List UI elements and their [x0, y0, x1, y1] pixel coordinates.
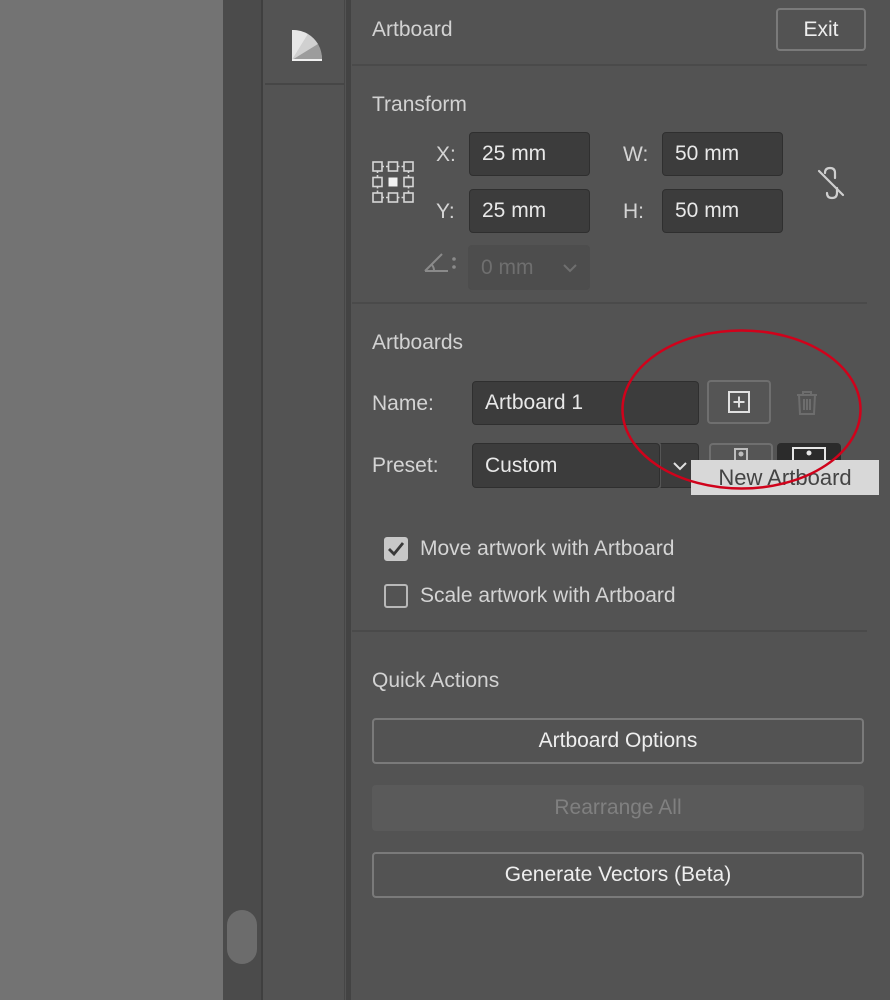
angle-icon [422, 249, 458, 275]
panel-title: Artboard [372, 18, 453, 41]
x-position-field[interactable]: 25 mm [469, 132, 590, 176]
canvas-scroll-gutter [223, 0, 263, 1000]
transform-heading: Transform [372, 93, 467, 116]
checkmark-icon [388, 542, 405, 557]
move-artwork-label: Move artwork with Artboard [420, 537, 675, 560]
y-position-field[interactable]: 25 mm [469, 189, 590, 233]
panel-tool-strip [265, 0, 345, 1000]
w-label: W: [623, 143, 649, 166]
rearrange-all-button: Rearrange All [372, 785, 864, 831]
quick-actions-heading: Quick Actions [372, 669, 500, 692]
chevron-down-icon [563, 263, 577, 272]
angle-value: 0 mm [481, 255, 534, 279]
name-label: Name: [372, 392, 434, 415]
annotation-ellipse [621, 329, 862, 490]
scale-artwork-checkbox[interactable] [384, 584, 408, 608]
x-label: X: [436, 143, 456, 166]
document-canvas[interactable] [0, 0, 223, 1000]
artboards-heading: Artboards [372, 331, 464, 354]
scale-artwork-label: Scale artwork with Artboard [420, 584, 676, 607]
angle-field: 0 mm [468, 245, 590, 290]
section-divider [352, 302, 867, 304]
move-artwork-checkbox[interactable] [384, 537, 408, 561]
canvas-scrollbar-thumb[interactable] [227, 910, 257, 964]
width-field[interactable]: 50 mm [662, 132, 783, 176]
y-label: Y: [436, 200, 455, 223]
reference-point-icon[interactable] [371, 160, 415, 204]
artboard-tool-icon[interactable] [288, 26, 328, 66]
section-divider [352, 64, 867, 66]
section-divider [352, 630, 867, 632]
artboard-options-button[interactable]: Artboard Options [372, 718, 864, 764]
height-field[interactable]: 50 mm [662, 189, 783, 233]
constrain-proportions-link-icon[interactable] [812, 164, 850, 202]
panel-edge [346, 0, 351, 1000]
tool-strip-divider [265, 83, 345, 85]
h-label: H: [623, 200, 644, 223]
preset-label: Preset: [372, 454, 439, 477]
exit-button[interactable]: Exit [776, 8, 866, 51]
generate-vectors-button[interactable]: Generate Vectors (Beta) [372, 852, 864, 898]
